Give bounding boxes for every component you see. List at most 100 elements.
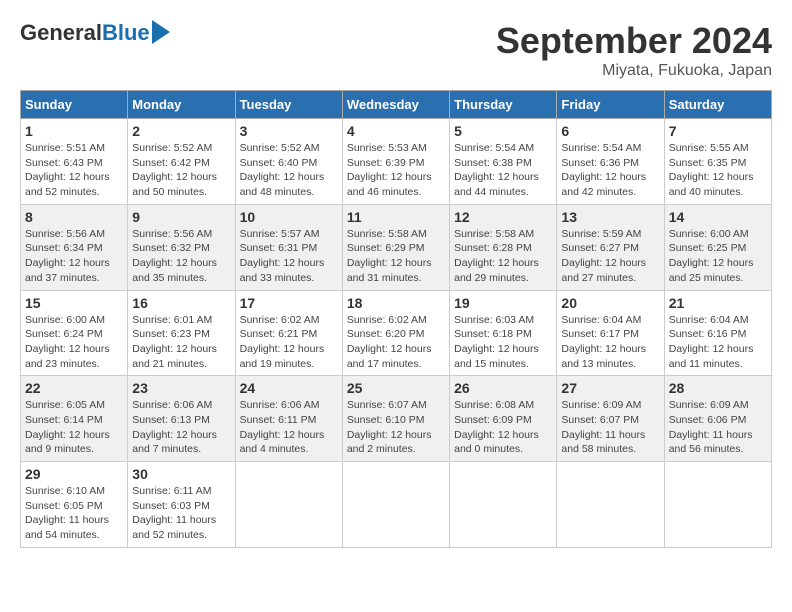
day-number: 20 (561, 295, 659, 311)
table-row: 15 Sunrise: 6:00 AM Sunset: 6:24 PM Dayl… (21, 290, 128, 376)
day-info: Sunrise: 5:56 AM Sunset: 6:32 PM Dayligh… (132, 227, 230, 286)
table-row: 18 Sunrise: 6:02 AM Sunset: 6:20 PM Dayl… (342, 290, 449, 376)
table-row: 10 Sunrise: 5:57 AM Sunset: 6:31 PM Dayl… (235, 204, 342, 290)
day-number: 11 (347, 209, 445, 225)
day-info: Sunrise: 5:59 AM Sunset: 6:27 PM Dayligh… (561, 227, 659, 286)
day-number: 16 (132, 295, 230, 311)
day-info: Sunrise: 6:01 AM Sunset: 6:23 PM Dayligh… (132, 313, 230, 372)
day-info: Sunrise: 6:04 AM Sunset: 6:16 PM Dayligh… (669, 313, 767, 372)
table-row: 13 Sunrise: 5:59 AM Sunset: 6:27 PM Dayl… (557, 204, 664, 290)
table-row (664, 462, 771, 548)
table-row: 21 Sunrise: 6:04 AM Sunset: 6:16 PM Dayl… (664, 290, 771, 376)
day-info: Sunrise: 6:10 AM Sunset: 6:05 PM Dayligh… (25, 484, 123, 543)
day-info: Sunrise: 6:04 AM Sunset: 6:17 PM Dayligh… (561, 313, 659, 372)
day-number: 15 (25, 295, 123, 311)
day-info: Sunrise: 5:54 AM Sunset: 6:36 PM Dayligh… (561, 141, 659, 200)
table-row: 14 Sunrise: 6:00 AM Sunset: 6:25 PM Dayl… (664, 204, 771, 290)
col-saturday: Saturday (664, 91, 771, 119)
table-row: 4 Sunrise: 5:53 AM Sunset: 6:39 PM Dayli… (342, 119, 449, 205)
logo-blue-text: Blue (102, 20, 150, 46)
day-number: 8 (25, 209, 123, 225)
day-number: 5 (454, 123, 552, 139)
day-info: Sunrise: 6:06 AM Sunset: 6:11 PM Dayligh… (240, 398, 338, 457)
day-info: Sunrise: 5:56 AM Sunset: 6:34 PM Dayligh… (25, 227, 123, 286)
day-number: 3 (240, 123, 338, 139)
day-number: 28 (669, 380, 767, 396)
col-sunday: Sunday (21, 91, 128, 119)
calendar-header-row: Sunday Monday Tuesday Wednesday Thursday… (21, 91, 772, 119)
logo-arrow-icon (152, 20, 170, 44)
table-row: 20 Sunrise: 6:04 AM Sunset: 6:17 PM Dayl… (557, 290, 664, 376)
day-info: Sunrise: 6:11 AM Sunset: 6:03 PM Dayligh… (132, 484, 230, 543)
month-title: September 2024 (496, 20, 772, 62)
day-info: Sunrise: 6:05 AM Sunset: 6:14 PM Dayligh… (25, 398, 123, 457)
day-number: 17 (240, 295, 338, 311)
day-number: 6 (561, 123, 659, 139)
table-row: 3 Sunrise: 5:52 AM Sunset: 6:40 PM Dayli… (235, 119, 342, 205)
day-info: Sunrise: 5:58 AM Sunset: 6:29 PM Dayligh… (347, 227, 445, 286)
day-number: 14 (669, 209, 767, 225)
table-row: 30 Sunrise: 6:11 AM Sunset: 6:03 PM Dayl… (128, 462, 235, 548)
day-number: 9 (132, 209, 230, 225)
table-row (450, 462, 557, 548)
calendar-week-row: 22 Sunrise: 6:05 AM Sunset: 6:14 PM Dayl… (21, 376, 772, 462)
day-number: 25 (347, 380, 445, 396)
table-row: 28 Sunrise: 6:09 AM Sunset: 6:06 PM Dayl… (664, 376, 771, 462)
col-friday: Friday (557, 91, 664, 119)
table-row (557, 462, 664, 548)
calendar-week-row: 15 Sunrise: 6:00 AM Sunset: 6:24 PM Dayl… (21, 290, 772, 376)
day-number: 22 (25, 380, 123, 396)
table-row: 24 Sunrise: 6:06 AM Sunset: 6:11 PM Dayl… (235, 376, 342, 462)
day-number: 2 (132, 123, 230, 139)
day-number: 19 (454, 295, 552, 311)
day-number: 4 (347, 123, 445, 139)
table-row: 1 Sunrise: 5:51 AM Sunset: 6:43 PM Dayli… (21, 119, 128, 205)
table-row: 17 Sunrise: 6:02 AM Sunset: 6:21 PM Dayl… (235, 290, 342, 376)
table-row: 25 Sunrise: 6:07 AM Sunset: 6:10 PM Dayl… (342, 376, 449, 462)
day-info: Sunrise: 5:54 AM Sunset: 6:38 PM Dayligh… (454, 141, 552, 200)
day-number: 30 (132, 466, 230, 482)
day-number: 18 (347, 295, 445, 311)
logo-general-text: General (20, 20, 102, 46)
day-info: Sunrise: 6:08 AM Sunset: 6:09 PM Dayligh… (454, 398, 552, 457)
day-info: Sunrise: 5:57 AM Sunset: 6:31 PM Dayligh… (240, 227, 338, 286)
col-thursday: Thursday (450, 91, 557, 119)
day-info: Sunrise: 6:07 AM Sunset: 6:10 PM Dayligh… (347, 398, 445, 457)
table-row: 29 Sunrise: 6:10 AM Sunset: 6:05 PM Dayl… (21, 462, 128, 548)
day-number: 23 (132, 380, 230, 396)
day-info: Sunrise: 6:00 AM Sunset: 6:24 PM Dayligh… (25, 313, 123, 372)
day-info: Sunrise: 6:00 AM Sunset: 6:25 PM Dayligh… (669, 227, 767, 286)
location: Miyata, Fukuoka, Japan (496, 62, 772, 80)
day-number: 13 (561, 209, 659, 225)
table-row: 16 Sunrise: 6:01 AM Sunset: 6:23 PM Dayl… (128, 290, 235, 376)
table-row: 23 Sunrise: 6:06 AM Sunset: 6:13 PM Dayl… (128, 376, 235, 462)
calendar-week-row: 8 Sunrise: 5:56 AM Sunset: 6:34 PM Dayli… (21, 204, 772, 290)
col-monday: Monday (128, 91, 235, 119)
day-info: Sunrise: 6:02 AM Sunset: 6:20 PM Dayligh… (347, 313, 445, 372)
calendar-week-row: 1 Sunrise: 5:51 AM Sunset: 6:43 PM Dayli… (21, 119, 772, 205)
table-row: 11 Sunrise: 5:58 AM Sunset: 6:29 PM Dayl… (342, 204, 449, 290)
day-number: 12 (454, 209, 552, 225)
day-info: Sunrise: 5:51 AM Sunset: 6:43 PM Dayligh… (25, 141, 123, 200)
day-number: 27 (561, 380, 659, 396)
day-info: Sunrise: 5:55 AM Sunset: 6:35 PM Dayligh… (669, 141, 767, 200)
day-info: Sunrise: 5:52 AM Sunset: 6:42 PM Dayligh… (132, 141, 230, 200)
table-row (235, 462, 342, 548)
table-row (342, 462, 449, 548)
day-info: Sunrise: 6:03 AM Sunset: 6:18 PM Dayligh… (454, 313, 552, 372)
table-row: 6 Sunrise: 5:54 AM Sunset: 6:36 PM Dayli… (557, 119, 664, 205)
day-number: 29 (25, 466, 123, 482)
table-row: 2 Sunrise: 5:52 AM Sunset: 6:42 PM Dayli… (128, 119, 235, 205)
table-row: 26 Sunrise: 6:08 AM Sunset: 6:09 PM Dayl… (450, 376, 557, 462)
col-wednesday: Wednesday (342, 91, 449, 119)
day-info: Sunrise: 5:53 AM Sunset: 6:39 PM Dayligh… (347, 141, 445, 200)
table-row: 9 Sunrise: 5:56 AM Sunset: 6:32 PM Dayli… (128, 204, 235, 290)
day-number: 26 (454, 380, 552, 396)
day-info: Sunrise: 5:52 AM Sunset: 6:40 PM Dayligh… (240, 141, 338, 200)
day-number: 7 (669, 123, 767, 139)
day-number: 10 (240, 209, 338, 225)
calendar-table: Sunday Monday Tuesday Wednesday Thursday… (20, 90, 772, 548)
calendar-week-row: 29 Sunrise: 6:10 AM Sunset: 6:05 PM Dayl… (21, 462, 772, 548)
table-row: 7 Sunrise: 5:55 AM Sunset: 6:35 PM Dayli… (664, 119, 771, 205)
table-row: 12 Sunrise: 5:58 AM Sunset: 6:28 PM Dayl… (450, 204, 557, 290)
